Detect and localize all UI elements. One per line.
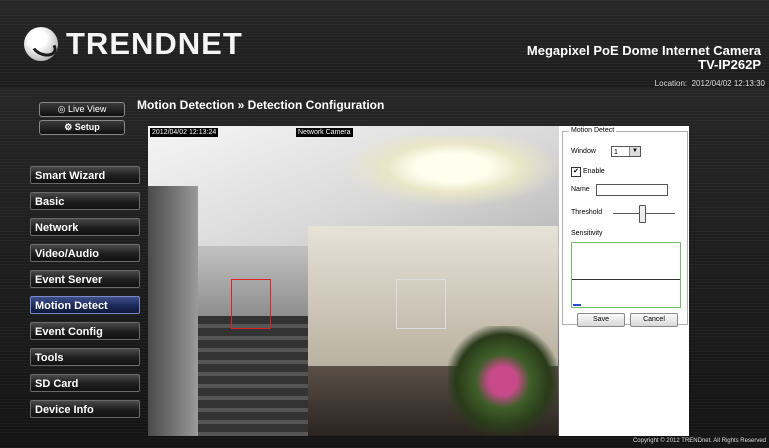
save-button[interactable]: Save [577, 313, 625, 327]
threshold-label: Threshold [571, 209, 603, 216]
motion-detect-panel: Motion Detect Window 1 ▼ ✔ Enable Name T… [559, 126, 689, 436]
window-label: Window [571, 148, 596, 155]
setup-button[interactable]: ⚙ Setup [39, 120, 125, 135]
window-select[interactable]: 1 ▼ [611, 146, 641, 157]
header: TRENDNET Megapixel PoE Dome Internet Cam… [0, 0, 769, 88]
location-label: Location: [654, 79, 688, 88]
motion-detect-legend: Motion Detect [569, 127, 617, 134]
live-view-button[interactable]: ◎ Live View [39, 102, 125, 117]
camera-video-feed[interactable]: 2012/04/02 12:13:24 Network Camera [148, 126, 559, 436]
sidebar-item-device-info[interactable]: Device Info [30, 400, 140, 418]
sidebar-item-event-config[interactable]: Event Config [30, 322, 140, 340]
location-datetime: 2012/04/02 12:13:30 [691, 79, 765, 88]
video-stairs [198, 316, 308, 436]
live-view-label: Live View [68, 104, 107, 114]
video-plant [448, 326, 558, 436]
sidebar-item-sd-card[interactable]: SD Card [30, 374, 140, 392]
name-input[interactable] [596, 184, 668, 196]
cancel-button[interactable]: Cancel [630, 313, 678, 327]
setup-label: Setup [74, 122, 100, 132]
video-ceiling-light [348, 136, 558, 206]
location-info: Location: 2012/04/02 12:13:30 [655, 79, 765, 88]
motion-zone-2[interactable] [396, 279, 446, 329]
name-label: Name [571, 186, 590, 193]
sensitivity-level-bar [573, 304, 581, 306]
enable-label: Enable [583, 168, 605, 175]
sidebar-item-basic[interactable]: Basic [30, 192, 140, 210]
sidebar-item-motion-detect[interactable]: Motion Detect [30, 296, 140, 314]
gear-icon: ⚙ [64, 122, 73, 132]
video-camera-name: Network Camera [296, 128, 353, 137]
eye-icon: ◎ [57, 104, 66, 114]
sidebar-item-smart-wizard[interactable]: Smart Wizard [30, 166, 140, 184]
window-select-value: 1 [614, 149, 618, 156]
sidebar-item-network[interactable]: Network [30, 218, 140, 236]
location-bar: Location: 2012/04/02 12:13:30 [0, 76, 769, 92]
logo: TRENDNET [24, 24, 243, 64]
motion-detect-fieldset: Motion Detect Window 1 ▼ ✔ Enable Name T… [562, 127, 688, 327]
logo-text: TRENDNET [66, 26, 243, 61]
chevron-down-icon: ▼ [629, 147, 640, 156]
sensitivity-threshold-line [572, 279, 680, 280]
video-window [148, 186, 198, 436]
sensitivity-graph [571, 242, 681, 308]
enable-checkbox[interactable]: ✔ [571, 167, 581, 177]
sidebar-item-tools[interactable]: Tools [30, 348, 140, 366]
product-model: TV-IP262P [698, 57, 761, 72]
motion-zone-1[interactable] [231, 279, 271, 329]
product-name: Megapixel PoE Dome Internet Camera [526, 43, 761, 58]
threshold-slider-thumb[interactable] [639, 205, 646, 223]
sidebar: ◎ Live View ⚙ Setup Smart Wizard Basic N… [18, 96, 140, 436]
sidebar-item-event-server[interactable]: Event Server [30, 270, 140, 288]
product-title: Megapixel PoE Dome Internet Camera TV-IP… [527, 44, 761, 72]
view-panel: ◎ Live View ⚙ Setup [30, 96, 134, 140]
sensitivity-label: Sensitivity [571, 230, 603, 237]
page-title: Motion Detection » Detection Configurati… [137, 98, 385, 112]
trendnet-logo-icon [24, 27, 58, 61]
copyright: Copyright © 2012 TRENDnet. All Rights Re… [632, 438, 766, 444]
sidebar-item-video-audio[interactable]: Video/Audio [30, 244, 140, 262]
video-timestamp: 2012/04/02 12:13:24 [150, 128, 219, 137]
